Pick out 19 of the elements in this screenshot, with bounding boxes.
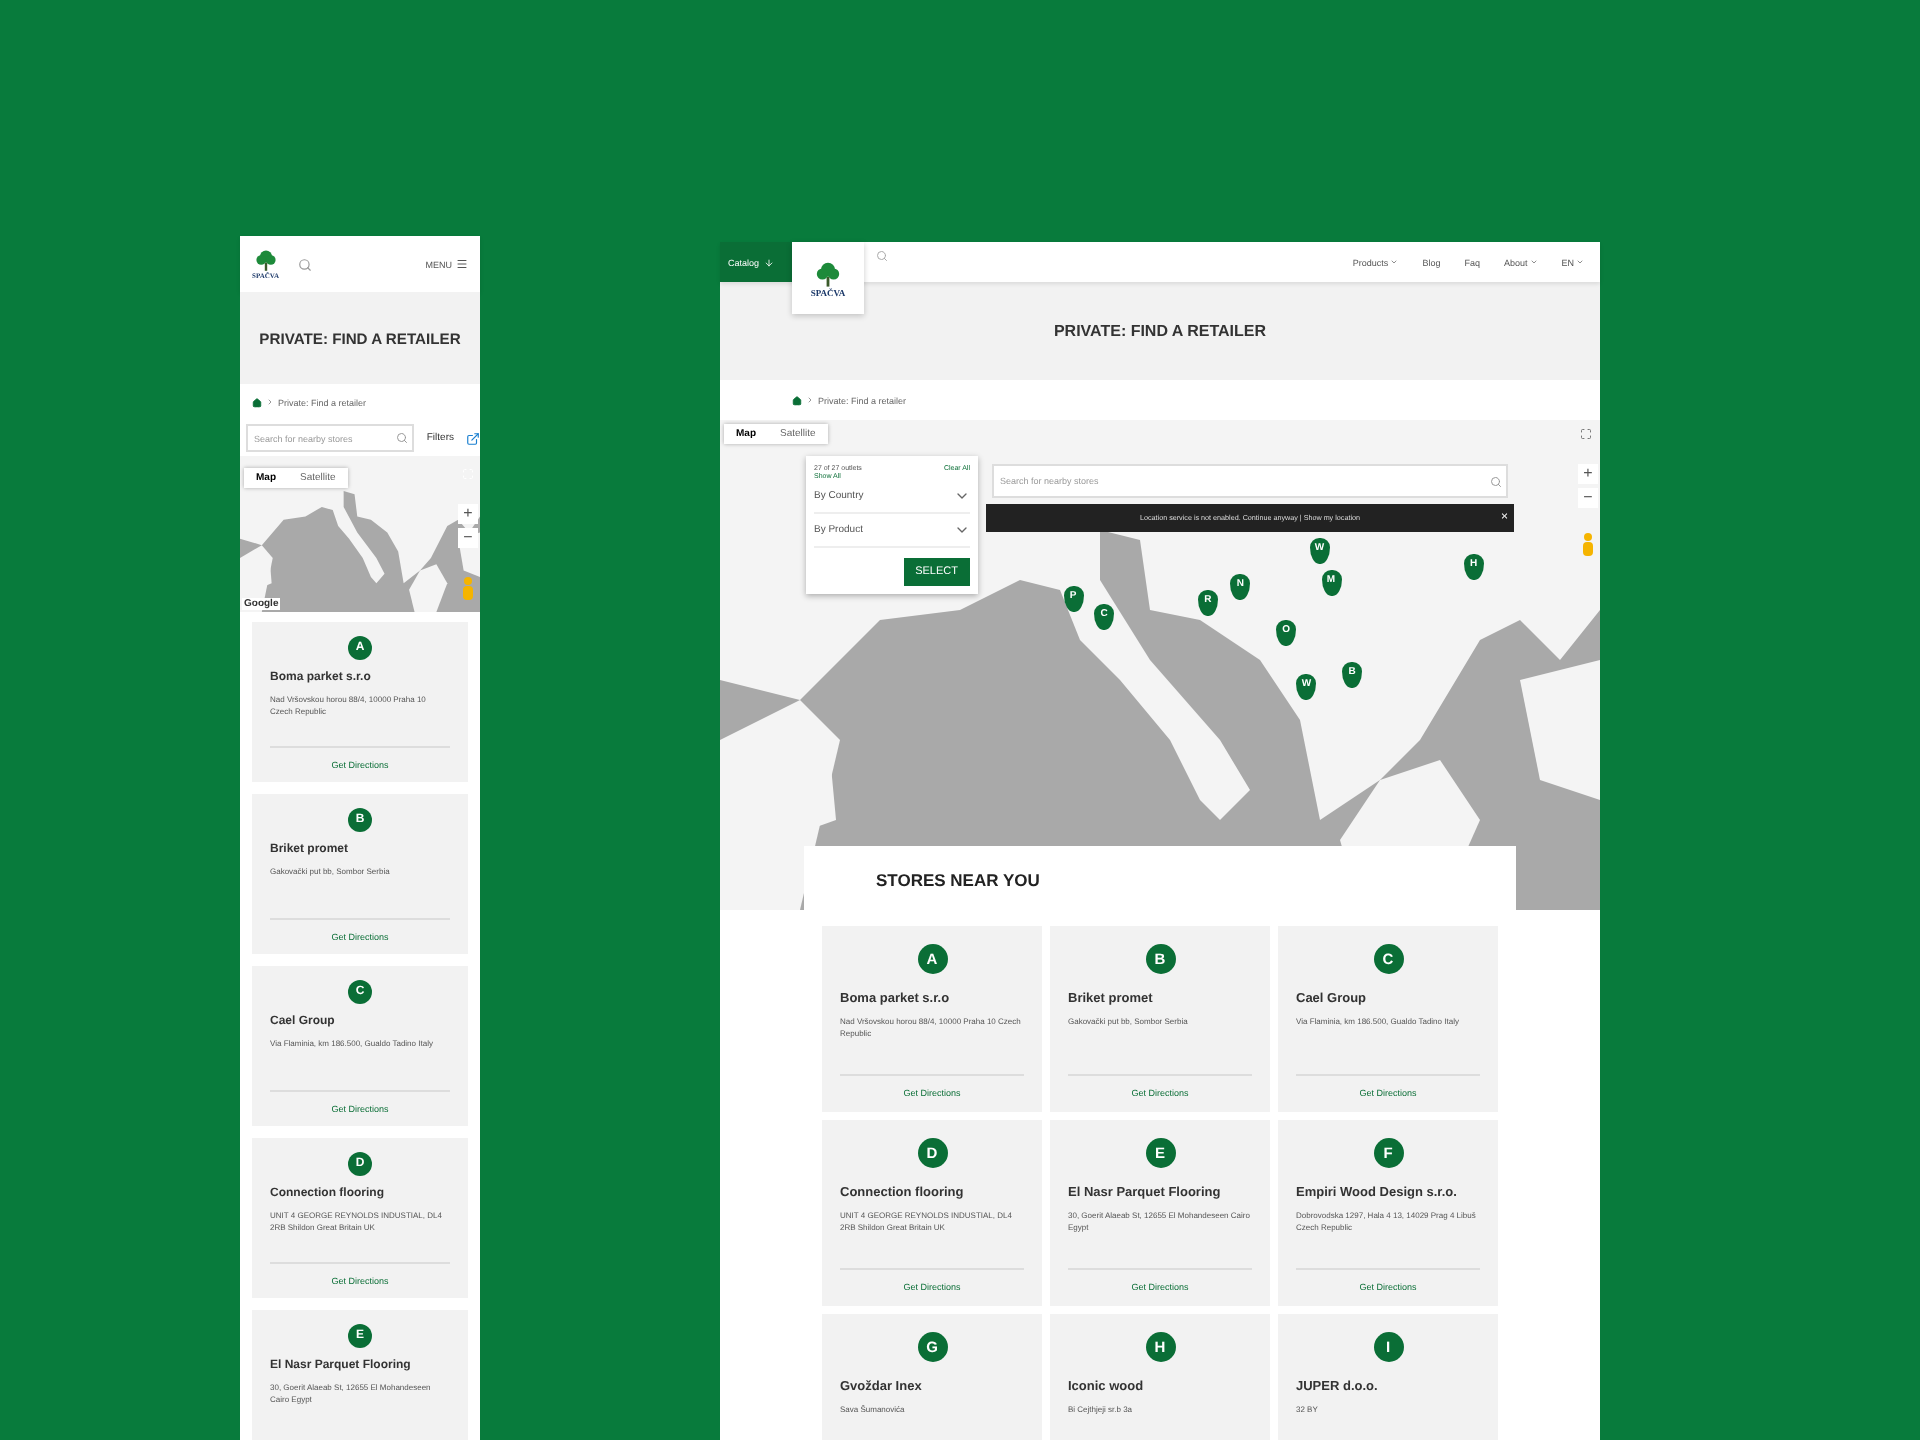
zoom-in-button[interactable]: + [458, 504, 478, 524]
zoom-in-button[interactable]: + [1578, 464, 1598, 484]
download-arrow-icon [763, 257, 774, 267]
chevron-down-icon [954, 522, 970, 538]
menu-icon [456, 258, 468, 270]
page-title: PRIVATE: FIND A RETAILER [1053, 322, 1267, 340]
pegman-icon[interactable] [460, 576, 476, 600]
home-icon[interactable] [792, 395, 802, 405]
search-icon[interactable] [396, 432, 409, 444]
zoom-out-button[interactable]: − [1578, 488, 1598, 508]
chevron-down-icon [954, 488, 970, 504]
search-icon[interactable] [1490, 475, 1502, 487]
home-icon[interactable] [252, 397, 262, 407]
zoom-out-button[interactable]: − [458, 528, 478, 548]
search-icon[interactable] [876, 250, 888, 262]
pegman-icon[interactable] [1580, 532, 1596, 556]
search-icon[interactable] [298, 257, 313, 271]
external-link-icon[interactable] [466, 431, 480, 445]
section-title: STORES NEAR YOU [876, 870, 1042, 890]
